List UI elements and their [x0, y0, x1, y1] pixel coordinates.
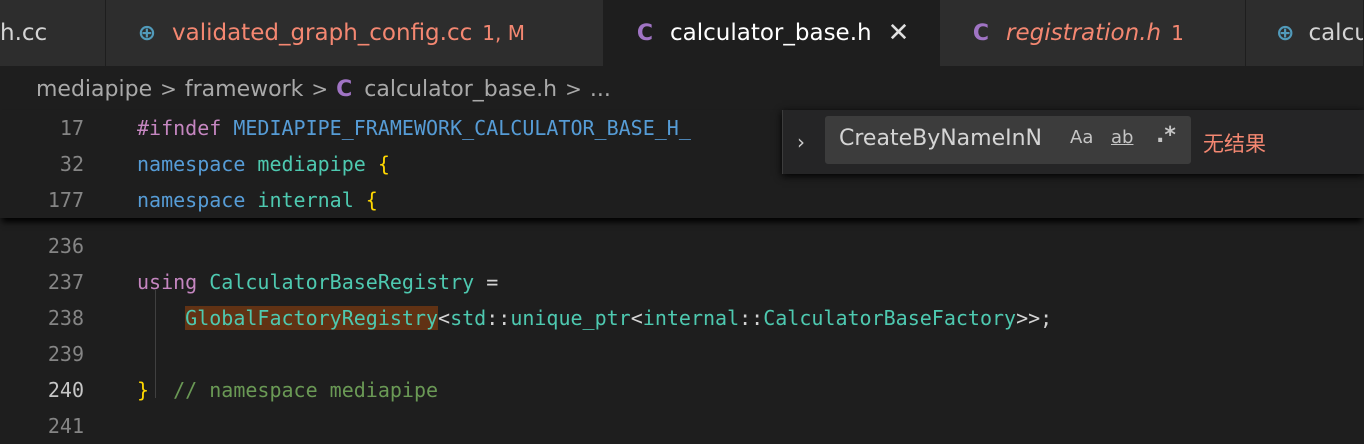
code-token: { — [365, 188, 378, 212]
code-text: namespace mediapipe { — [137, 146, 390, 182]
line-number: 236 — [47, 234, 84, 258]
tab-label: registration.h — [1006, 20, 1162, 46]
code-text: #ifndef MEDIAPIPE_FRAMEWORK_CALCULATOR_B… — [137, 110, 691, 146]
code-token: { — [377, 152, 390, 176]
code-token: internal — [257, 188, 366, 212]
tab-0[interactable]: h.cc — [0, 0, 106, 66]
code-token: :: — [739, 306, 764, 330]
line-number: 17 — [59, 116, 84, 140]
code-line[interactable]: 241 — [0, 408, 1364, 444]
find-result-status: 无结果 — [1203, 132, 1266, 156]
code-token: } — [137, 378, 150, 402]
tab-badge: 1 — [1171, 21, 1184, 45]
tab-label: calcu — [1308, 20, 1364, 46]
breadcrumb: mediapipe > framework > C calculator_bas… — [36, 70, 611, 108]
breadcrumb-item-framework[interactable]: framework — [185, 77, 303, 102]
find-widget: › CreateByNameInN Aa ab .* 无结果 — [782, 110, 1364, 174]
code-token: :: — [486, 306, 511, 330]
breadcrumb-item-symbol[interactable]: ... — [590, 77, 611, 102]
chevron-right-icon: > — [311, 77, 329, 101]
code-token: // namespace mediapipe — [149, 378, 439, 402]
match-case-icon[interactable]: Aa — [1070, 127, 1093, 148]
cpp-file-icon: ⊕ — [137, 20, 157, 46]
c-file-icon: C — [636, 20, 654, 46]
tab-label: h.cc — [0, 20, 48, 46]
tab-label: calculator_base.h — [670, 20, 872, 46]
chevron-right-icon: > — [565, 77, 582, 101]
code-token: namespace — [137, 152, 258, 176]
chevron-right-icon: > — [160, 77, 177, 101]
c-file-icon: C — [336, 76, 353, 102]
code-text: using CalculatorBaseRegistry = — [137, 264, 498, 300]
regex-icon[interactable]: .* — [1156, 123, 1176, 148]
c-file-icon: C — [972, 20, 990, 46]
line-number: 32 — [59, 152, 84, 176]
tab-4[interactable]: ⊕ calcu — [1246, 0, 1364, 66]
code-token: >>; — [1016, 306, 1053, 330]
breadcrumb-item-file[interactable]: calculator_base.h — [364, 77, 557, 102]
tab-1[interactable]: ⊕ validated_graph_config.cc 1, M — [106, 0, 604, 66]
line-number: 238 — [47, 306, 84, 330]
code-line[interactable]: 236 — [0, 228, 1364, 264]
code-line[interactable]: 238 GlobalFactoryRegistry<std::unique_pt… — [0, 300, 1364, 336]
line-number: 177 — [47, 188, 84, 212]
tab-2[interactable]: Ccalculator_base.h ✕ — [604, 0, 940, 66]
code-token: mediapipe — [257, 152, 378, 176]
code-token: < — [438, 306, 451, 330]
code-line[interactable]: 240} // namespace mediapipe — [0, 372, 1364, 408]
line-number: 239 — [47, 342, 84, 366]
code-text: } // namespace mediapipe — [137, 372, 438, 408]
cpp-file-icon: ⊕ — [1276, 20, 1295, 46]
code-token: MEDIAPIPE_FRAMEWORK_CALCULATOR_BASE_H_ — [233, 116, 691, 140]
chevron-right-icon[interactable]: › — [797, 130, 805, 154]
line-number: 240 — [47, 378, 84, 402]
breadcrumb-item-mediapipe[interactable]: mediapipe — [36, 77, 152, 102]
code-token: CalculatorBaseFactory — [763, 306, 1017, 330]
code-text: namespace internal { — [137, 182, 378, 218]
code-token: CalculatorBaseRegistry — [209, 270, 475, 294]
whole-word-icon[interactable]: ab — [1111, 127, 1133, 148]
search-highlight-token: GlobalFactoryRegistry — [185, 306, 439, 330]
code-text: GlobalFactoryRegistry<std::unique_ptr<in… — [137, 300, 1052, 336]
code-line[interactable]: 177 namespace internal { — [0, 182, 1364, 218]
tab-3[interactable]: Cregistration.h 1 — [940, 0, 1246, 66]
tab-badge: 1, M — [482, 21, 525, 45]
find-input-value[interactable]: CreateByNameInN — [839, 126, 1061, 151]
code-token: namespace — [137, 188, 258, 212]
line-number: 241 — [47, 414, 84, 438]
close-icon[interactable]: ✕ — [888, 18, 910, 48]
code-token: < — [630, 306, 643, 330]
tab-bar: h.cc ⊕ validated_graph_config.cc 1, M Ccalcu… — [0, 0, 1364, 66]
find-input[interactable]: CreateByNameInN Aa ab .* — [825, 116, 1191, 164]
code-token: std — [450, 306, 487, 330]
code-line[interactable]: 239 — [0, 336, 1364, 372]
line-number: 237 — [47, 270, 84, 294]
code-token: internal — [642, 306, 740, 330]
code-token: #ifndef — [137, 116, 234, 140]
code-token: using — [137, 270, 210, 294]
code-token: = — [474, 270, 499, 294]
code-line[interactable]: 237 using CalculatorBaseRegistry = — [0, 264, 1364, 300]
code-token: unique_ptr — [510, 306, 631, 330]
tab-label: validated_graph_config.cc — [172, 20, 473, 46]
